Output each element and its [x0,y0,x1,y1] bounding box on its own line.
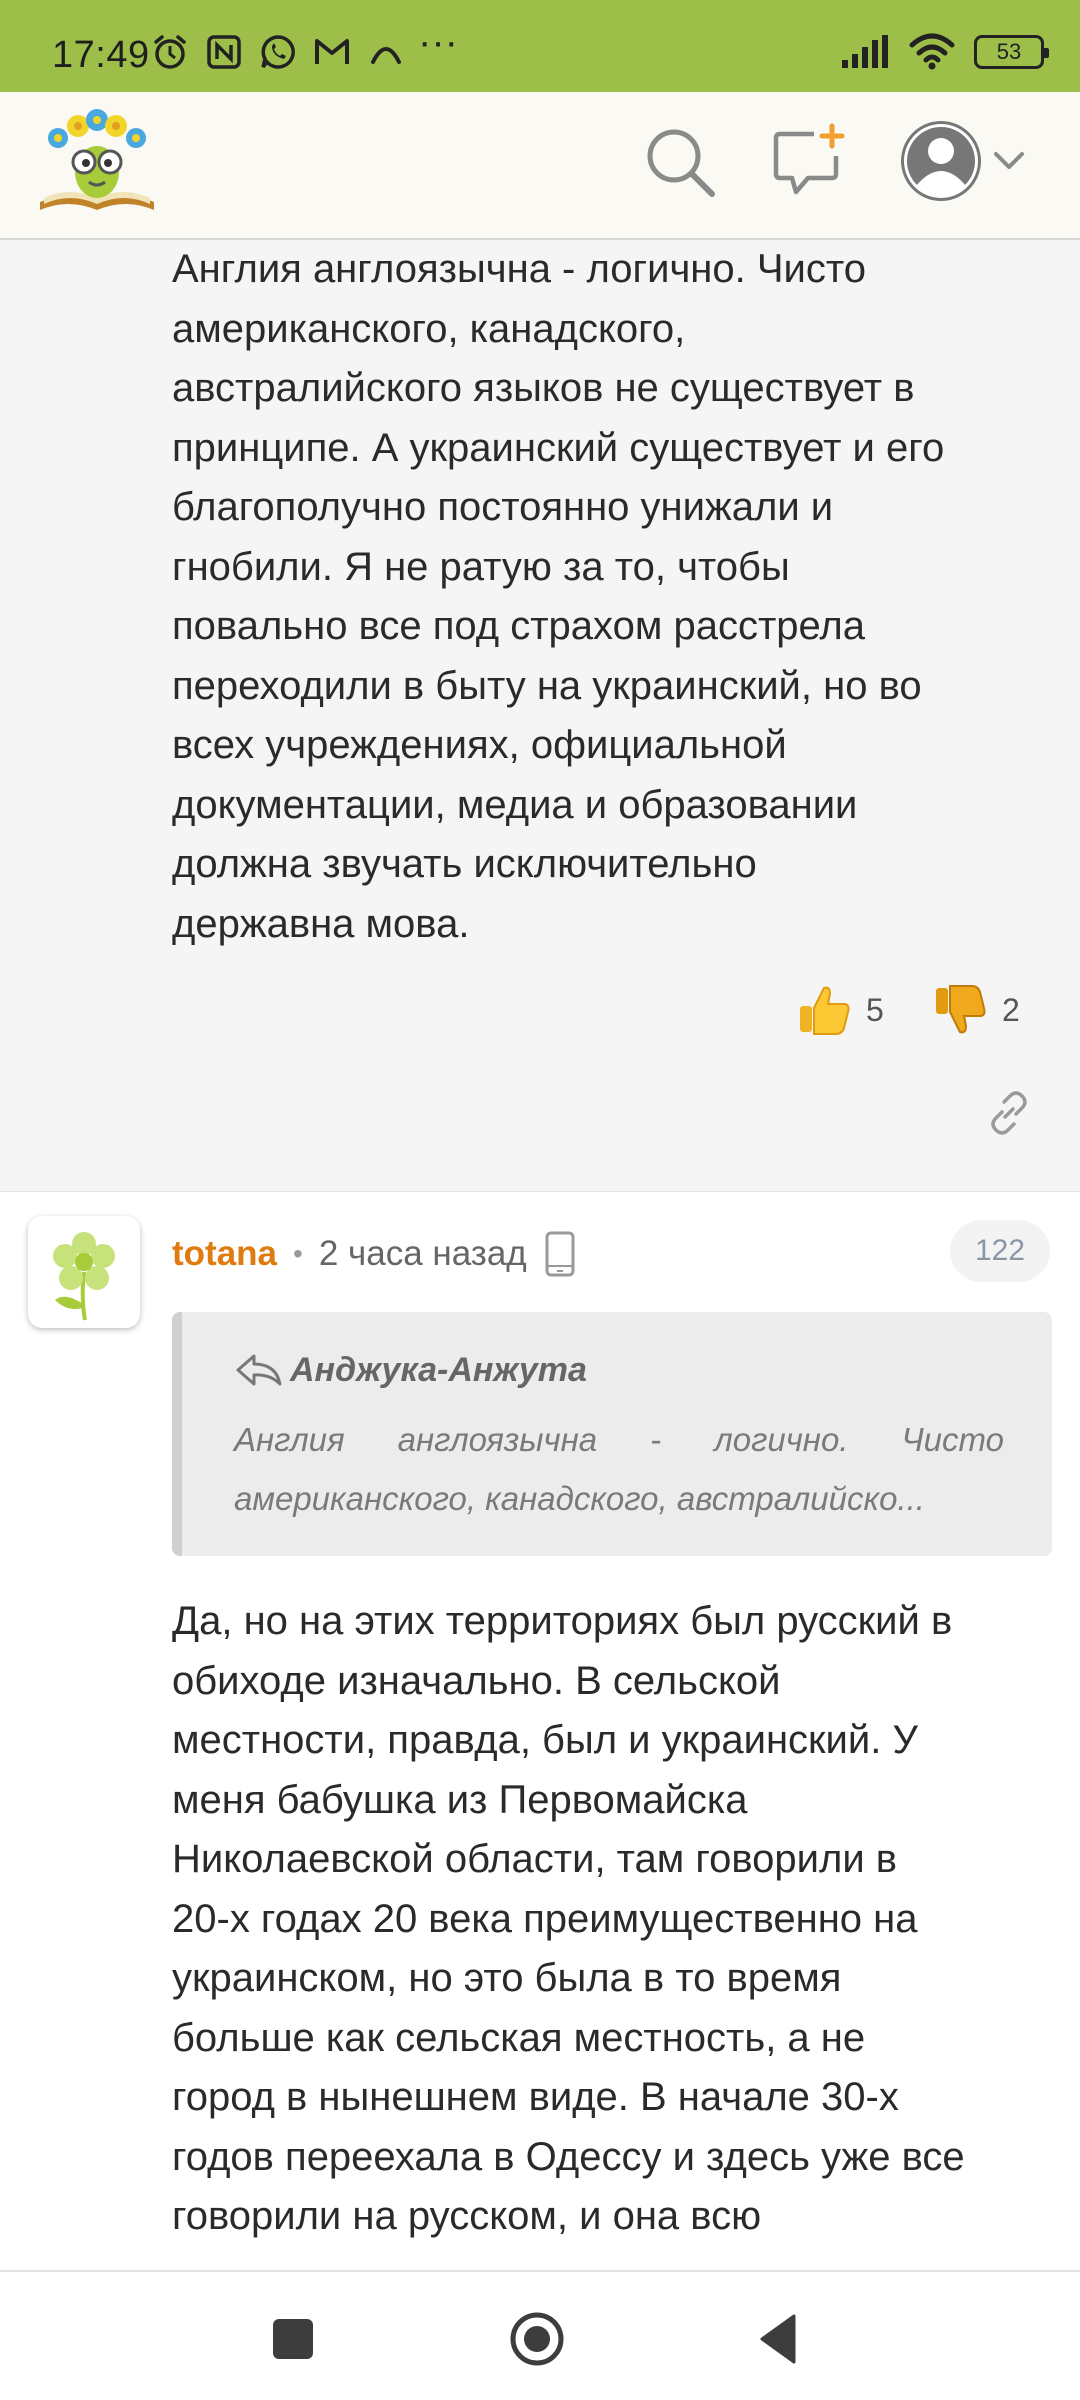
user-avatar-icon[interactable] [896,116,986,206]
signal-icon [842,35,888,68]
dislike-count: 2 [1002,991,1020,1028]
comment-meta: totana • 2 часа назад [172,1230,577,1278]
gmail-icon [315,39,349,64]
comment-line: местности, правда, был и украинский. У [172,1718,918,1762]
wifi-icon [909,33,955,70]
comment-number: 122 [974,1234,1026,1267]
search-icon[interactable] [640,122,720,202]
comment-line: державна мова. [172,901,470,946]
comment-line: благополучно постоянно унижали и [172,485,834,529]
meta-separator: • [293,1238,303,1269]
comment-line: меня бабушка из Первомайска [172,1777,748,1822]
status-bar: 17:49 ··· 53 [0,0,1080,92]
status-time: 17:49 [52,34,150,76]
comment-text: Англия англоязычна - логично. Чисто амер… [172,240,1052,954]
comment-time: 2 часа назад [318,1234,527,1273]
like-button[interactable]: 5 [796,978,884,1042]
quote-line: американского, канадского, австралийско.… [234,1480,925,1517]
chevron-down-icon[interactable] [992,144,1026,178]
comment-line: Да, но на этих территориях был русский в [172,1599,953,1643]
system-nav-bar [0,2270,1080,2400]
comment-line: Англия англоязычна - логично. Чисто [172,247,866,291]
comment-line: повально все под страхом расстрела [172,604,866,648]
comment-line: Николаевской области, там говорили в [172,1837,898,1881]
quoted-reply[interactable]: Анджука-Анжута Англия англоязычна - логи… [172,1312,1052,1556]
comment-line: американского, канадского, [172,306,686,351]
thumbs-up-icon [800,986,850,1035]
avatar[interactable] [28,1216,140,1328]
comment-line: годов переехала в Одессу и здесь уже все [172,2134,965,2179]
username[interactable]: totana [172,1234,277,1274]
comment-line: 20-х годах 20 века преимущественно на [172,1896,918,1941]
site-logo[interactable] [34,106,160,216]
thumbs-down-icon [936,985,986,1034]
app-header [0,92,1080,240]
comment-line: принципе. А украинский существует и его [172,425,945,470]
back-triangle-icon[interactable] [748,2306,814,2372]
quote-author: Анджука-Анжута [234,1350,587,1390]
comment-line: всех учреждениях, официальной [172,723,787,767]
home-circle-icon[interactable] [504,2306,570,2372]
dislike-button[interactable]: 2 [932,978,1020,1042]
battery-icon: 53 [974,35,1049,69]
quote-line: Англия англоязычна - логично. Чисто [234,1421,1004,1458]
quote-author-name: Анджука-Анжута [290,1350,587,1389]
quote-text: Англия англоязычна - логично. Чисто амер… [234,1410,1004,1528]
mobile-device-icon [545,1231,575,1277]
recents-square-icon[interactable] [260,2306,326,2372]
notification-icons [150,30,406,74]
comment-line: город в нынешнем виде. В начале 30-х [172,2075,899,2119]
link-icon[interactable] [984,1088,1034,1138]
comment-line: обиходе изначально. В сельской [172,1658,781,1703]
comment-line: документации, медиа и образовании [172,782,858,827]
comment-line: говорили на русском, и она всю [172,2194,762,2238]
flower-avatar-icon [53,1232,115,1321]
comment-text: Да, но на этих территориях был русский в… [172,1592,1062,2247]
comment-card: Англия англоязычна - логично. Чисто амер… [0,240,1080,1192]
new-post-icon[interactable] [770,122,850,202]
battery-level: 53 [996,39,1022,64]
whatsapp-icon [261,35,295,69]
comment-line: украинском, но это была в то время [172,1956,842,2000]
comment-line: переходили в быту на украинский, но во [172,663,922,708]
more-dots-icon: ··· [418,20,458,64]
comment-line: австралийского языков не существует в [172,366,915,410]
comment-number-badge[interactable]: 122 [950,1220,1050,1282]
reply-arrow-icon [236,1354,282,1386]
comment-card: totana • 2 часа назад 122 Анджука-Анжута… [0,1192,1080,2270]
arc-icon [371,47,401,64]
alarm-icon [154,35,186,69]
system-icons: 53 [840,30,1049,74]
comment-line: должна звучать исключительно [172,842,757,886]
comment-line: гнобили. Я не ратую за то, чтобы [172,544,790,589]
comment-line: больше как сельская местность, а не [172,2015,866,2060]
nfc-icon [207,35,241,69]
like-count: 5 [866,991,884,1028]
